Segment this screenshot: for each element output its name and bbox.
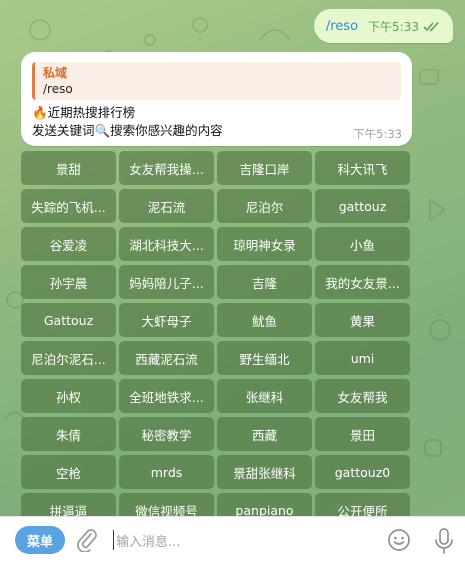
keyboard-button[interactable]: 野生缅北	[217, 341, 312, 375]
keyboard-button[interactable]: 景甜张继科	[217, 455, 312, 489]
keyboard-button[interactable]: Gattouz	[21, 303, 116, 337]
keyboard-button[interactable]: 谷爱凌	[21, 227, 116, 261]
keyboard-button[interactable]: 女友帮我	[315, 379, 410, 413]
keyboard-button[interactable]: 吉隆	[217, 265, 312, 299]
keyboard-button[interactable]: 黄果	[315, 303, 410, 337]
outgoing-message-time: 下午5:33	[368, 19, 419, 34]
keyboard-button[interactable]: 孙宇晨	[21, 265, 116, 299]
message-line-search-hint: 发送关键词🔍搜索你感兴趣的内容	[32, 123, 223, 138]
reply-quote-text: /reso	[43, 82, 73, 96]
keyboard-button[interactable]: 公开便所	[315, 493, 410, 516]
paperclip-icon[interactable]	[76, 528, 98, 552]
text-cursor	[113, 530, 114, 550]
keyboard-button[interactable]: 女友帮我操...	[119, 151, 214, 185]
reply-quote[interactable]: 私域 /reso	[32, 62, 401, 100]
keyboard-button[interactable]: 鱿鱼	[217, 303, 312, 337]
incoming-message[interactable]: 私域 /reso 🔥近期热搜排行榜 发送关键词🔍搜索你感兴趣的内容 下午5:33	[21, 52, 412, 146]
reply-quote-sender: 私域	[43, 66, 68, 80]
keyboard-button[interactable]: 湖北科技大...	[119, 227, 214, 261]
keyboard-button[interactable]: 尼泊尔	[217, 189, 312, 223]
keyboard-button[interactable]: gattouz0	[315, 455, 410, 489]
keyboard-button[interactable]: 朱倩	[21, 417, 116, 451]
keyboard-button[interactable]: 泥石流	[119, 189, 214, 223]
keyboard-button[interactable]: 孙权	[21, 379, 116, 413]
inline-keyboard: 景甜 女友帮我操... 吉隆口岸 科大讯飞失踪的飞机... 泥石流 尼泊尔 gattouz 谷…	[21, 151, 412, 516]
keyboard-button[interactable]: 景田	[315, 417, 410, 451]
outgoing-message[interactable]: /reso 下午5:33	[313, 9, 453, 43]
message-input[interactable]: 输入消息...	[116, 531, 180, 550]
keyboard-button[interactable]: mrds	[119, 455, 214, 489]
keyboard-button[interactable]: 西藏	[217, 417, 312, 451]
emoji-icon[interactable]	[387, 528, 411, 552]
keyboard-button[interactable]: 西藏泥石流	[119, 341, 214, 375]
keyboard-button[interactable]: 妈妈陪儿子...	[119, 265, 214, 299]
message-line-hot-list: 🔥近期热搜排行榜	[32, 105, 136, 120]
incoming-message-time: 下午5:33	[353, 127, 402, 141]
keyboard-button[interactable]: umi	[315, 341, 410, 375]
keyboard-button[interactable]: 张继科	[217, 379, 312, 413]
keyboard-button[interactable]: panpiano	[217, 493, 312, 516]
message-input-bar: 菜单 输入消息...	[0, 516, 465, 564]
keyboard-button[interactable]: 全班地铁求...	[119, 379, 214, 413]
keyboard-button[interactable]: 尼泊尔泥石...	[21, 341, 116, 375]
keyboard-button[interactable]: 空枪	[21, 455, 116, 489]
keyboard-button[interactable]: 景甜	[21, 151, 116, 185]
menu-button[interactable]: 菜单	[15, 526, 65, 554]
microphone-icon[interactable]	[434, 528, 454, 554]
chat-window: /reso 下午5:33 私域 /reso 🔥近期热搜排行榜 发送关键词🔍搜索你…	[0, 0, 465, 564]
keyboard-button[interactable]: 小鱼	[315, 227, 410, 261]
keyboard-button[interactable]: 吉隆口岸	[217, 151, 312, 185]
keyboard-button[interactable]: 秘密教学	[119, 417, 214, 451]
keyboard-button[interactable]: 大虾母子	[119, 303, 214, 337]
keyboard-button[interactable]: 科大讯飞	[315, 151, 410, 185]
keyboard-button[interactable]: gattouz	[315, 189, 410, 223]
keyboard-button[interactable]: 失踪的飞机...	[21, 189, 116, 223]
outgoing-message-text[interactable]: /reso	[326, 19, 358, 34]
double-check-icon	[423, 21, 439, 31]
keyboard-button[interactable]: 琼明神女录	[217, 227, 312, 261]
keyboard-button[interactable]: 拼逼逼	[21, 493, 116, 516]
keyboard-button[interactable]: 微信视频号	[119, 493, 214, 516]
keyboard-button[interactable]: 我的女友景...	[315, 265, 410, 299]
